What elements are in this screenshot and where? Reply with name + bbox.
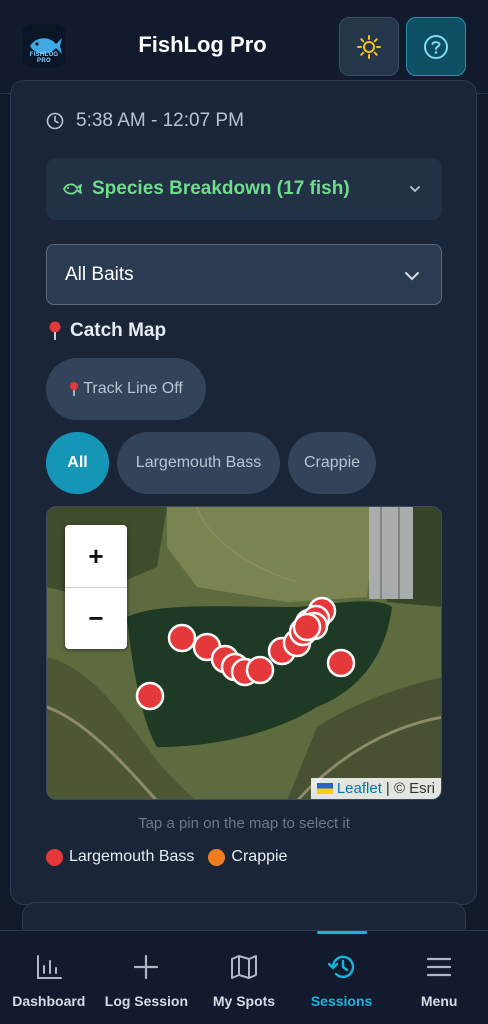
map-icon — [230, 955, 257, 979]
legend-item-largemouth-bass: Largemouth Bass — [46, 848, 194, 866]
history-icon — [327, 955, 354, 979]
catch-map[interactable]: + − Leaflet | © Esri — [46, 506, 442, 800]
map-attribution: Leaflet | © Esri — [310, 778, 441, 799]
plus-icon — [134, 954, 159, 980]
catch-pin[interactable] — [167, 623, 197, 653]
pin-icon — [70, 382, 79, 396]
active-nav-indicator — [316, 931, 367, 934]
filter-chip-all[interactable]: All — [46, 432, 109, 494]
track-line-toggle-button[interactable]: Track Line Off — [46, 358, 206, 420]
legend-label-crappie: Crappie — [231, 848, 288, 865]
chevron-down-icon — [405, 272, 419, 281]
nav-label-menu: Menu — [420, 993, 458, 1009]
logo-text: FISHLOG PRO — [29, 52, 59, 64]
nav-item-log-session[interactable]: Log Session — [98, 931, 196, 1024]
zoom-control: + − — [65, 525, 127, 649]
zoom-out-button[interactable]: − — [65, 587, 127, 649]
bait-filter-value: All Baits — [65, 263, 134, 285]
nav-item-sessions[interactable]: Sessions — [293, 931, 391, 1024]
session-time-row: 5:38 AM - 12:07 PM — [46, 110, 244, 132]
nav-item-menu[interactable]: Menu — [390, 931, 488, 1024]
filter-chip-crappie[interactable]: Crappie — [288, 432, 376, 494]
fish-icon — [63, 183, 82, 195]
app-title: FishLog Pro — [138, 32, 267, 57]
bait-filter-select[interactable]: All Baits — [46, 244, 442, 305]
ukraine-flag-icon — [316, 783, 333, 794]
track-line-label: Track Line Off — [83, 380, 183, 397]
legend-dot-crappie — [208, 848, 226, 866]
session-time-range: 5:38 AM - 12:07 PM — [76, 110, 244, 131]
help-icon — [424, 34, 448, 59]
legend-item-crappie: Crappie — [208, 848, 287, 866]
nav-item-dashboard[interactable]: Dashboard — [0, 931, 98, 1024]
catch-pin[interactable] — [292, 612, 322, 642]
menu-icon — [427, 957, 452, 977]
leaflet-link[interactable]: Leaflet — [337, 780, 382, 797]
map-hint-text: Tap a pin on the map to select it — [138, 815, 350, 832]
catch-pin[interactable] — [326, 648, 356, 678]
catch-map-title: Catch Map — [70, 320, 167, 341]
theme-toggle-button[interactable] — [339, 17, 399, 76]
nav-label-my-spots: My Spots — [212, 993, 276, 1009]
legend-dot-largemouth-bass — [46, 848, 63, 866]
species-breakdown-toggle[interactable]: Species Breakdown (17 fish) — [46, 158, 442, 220]
nav-label-log-session: Log Session — [104, 993, 188, 1009]
catch-map-heading: Catch Map — [48, 320, 166, 342]
app-logo: FISHLOG PRO — [22, 24, 66, 68]
catch-pin[interactable] — [245, 655, 275, 685]
bottom-navigation: Dashboard Log Session My Spots Sessions … — [0, 930, 488, 1024]
zoom-in-button[interactable]: + — [65, 525, 127, 587]
filter-chip-largemouth-bass[interactable]: Largemouth Bass — [117, 432, 280, 494]
catch-pin[interactable] — [135, 681, 165, 711]
attribution-text: | © Esri — [385, 780, 435, 797]
nav-label-sessions: Sessions — [310, 993, 373, 1009]
bar-chart-icon — [36, 955, 62, 979]
nav-item-my-spots[interactable]: My Spots — [195, 931, 293, 1024]
legend-label-largemouth-bass: Largemouth Bass — [69, 848, 195, 865]
pin-icon — [49, 321, 61, 340]
species-breakdown-label: Species Breakdown (17 fish) — [92, 178, 350, 199]
map-legend: Largemouth Bass Crappie — [46, 848, 301, 866]
help-button[interactable] — [406, 17, 466, 76]
nav-label-dashboard: Dashboard — [12, 993, 86, 1009]
clock-icon — [46, 112, 64, 130]
chevron-down-icon — [410, 186, 420, 193]
sun-icon — [357, 34, 381, 59]
